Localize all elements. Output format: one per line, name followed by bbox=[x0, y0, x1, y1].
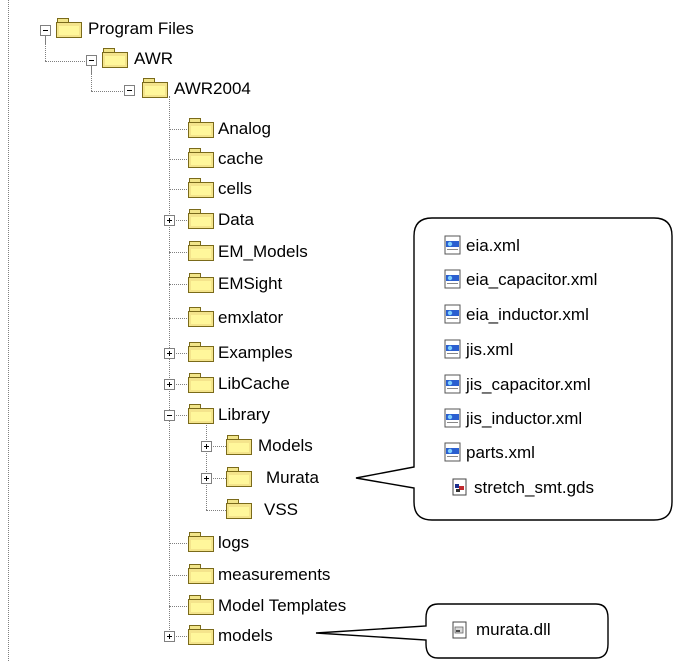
file-label[interactable]: eia_inductor.xml bbox=[466, 305, 589, 325]
gds-file-icon bbox=[452, 478, 470, 498]
file-label[interactable]: murata.dll bbox=[476, 620, 551, 640]
xml-file-icon bbox=[444, 304, 462, 324]
file-label[interactable]: eia_capacitor.xml bbox=[466, 270, 597, 290]
file-label[interactable]: stretch_smt.gds bbox=[474, 478, 594, 498]
xml-file-icon bbox=[444, 269, 462, 289]
file-label[interactable]: jis_capacitor.xml bbox=[466, 375, 591, 395]
file-label[interactable]: jis_inductor.xml bbox=[466, 409, 582, 429]
xml-file-icon bbox=[444, 235, 462, 255]
xml-file-icon bbox=[444, 374, 462, 394]
xml-file-icon bbox=[444, 339, 462, 359]
xml-file-icon bbox=[444, 442, 462, 462]
callout-shapes bbox=[315, 217, 673, 659]
dll-file-icon bbox=[452, 621, 470, 641]
file-label[interactable]: eia.xml bbox=[466, 236, 520, 256]
file-label[interactable]: jis.xml bbox=[466, 340, 513, 360]
xml-file-icon bbox=[444, 408, 462, 428]
file-label[interactable]: parts.xml bbox=[466, 443, 535, 463]
murata-callout-bubble bbox=[355, 217, 673, 521]
